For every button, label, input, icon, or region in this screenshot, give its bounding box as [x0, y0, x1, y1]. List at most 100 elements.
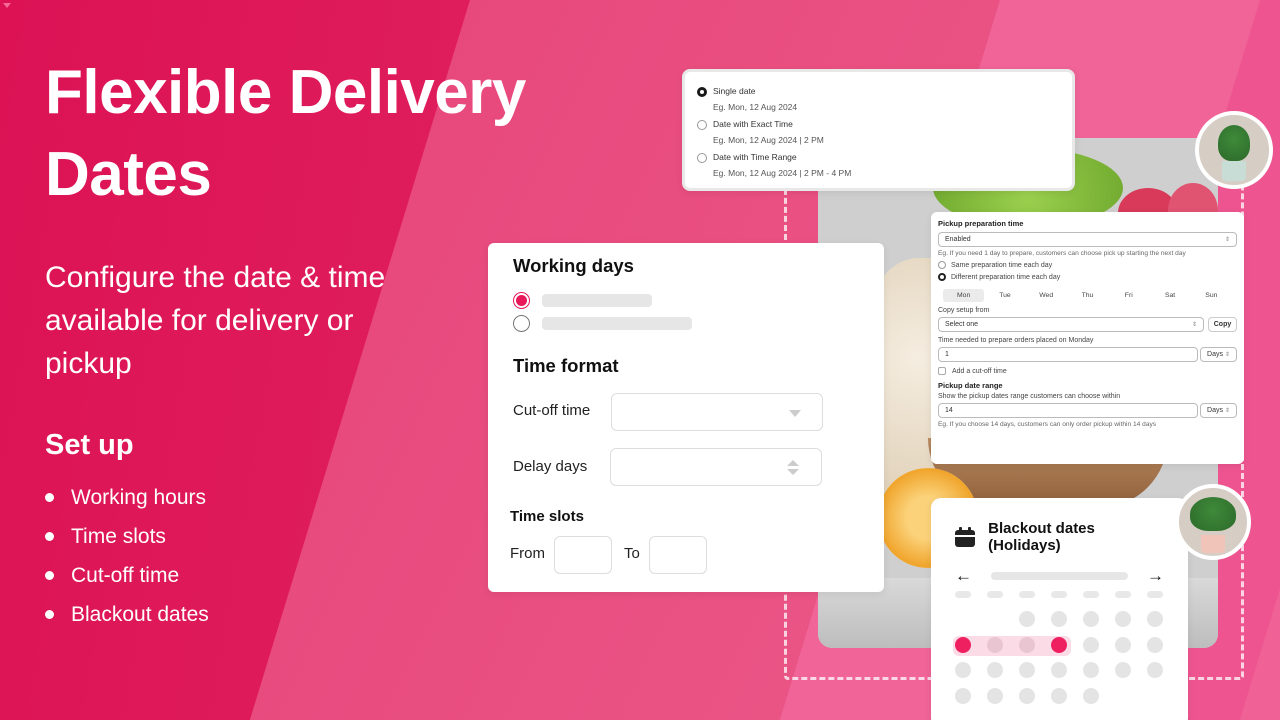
- date-option-single[interactable]: Single date Eg. Mon, 12 Aug 2024: [697, 86, 1060, 113]
- tab-fri[interactable]: Fri: [1108, 289, 1149, 302]
- calendar-day[interactable]: [1051, 636, 1067, 653]
- time-slots-heading: Time slots: [510, 508, 584, 525]
- calendar-day[interactable]: [1083, 611, 1099, 627]
- weekday-header-placeholder: [987, 591, 1003, 598]
- bullet-icon: [45, 493, 54, 502]
- calendar-day[interactable]: [1051, 687, 1067, 704]
- bullet-icon: [45, 610, 54, 619]
- working-days-heading: Working days: [513, 255, 634, 276]
- cutoff-label: Cut-off time: [513, 402, 591, 419]
- chevron-down-icon: [789, 410, 801, 417]
- pickup-heading: Pickup preparation time: [938, 219, 1024, 228]
- calendar-day[interactable]: [1019, 636, 1035, 653]
- range-unit-select[interactable]: Days ⇕: [1200, 403, 1237, 418]
- weekday-header-placeholder: [1083, 591, 1099, 598]
- calendar-day[interactable]: [1051, 662, 1067, 678]
- calendar-day[interactable]: [987, 662, 1003, 678]
- calendar-day[interactable]: [1019, 611, 1035, 627]
- checkbox-icon[interactable]: [938, 367, 946, 375]
- date-format-card: Single date Eg. Mon, 12 Aug 2024 Date wi…: [682, 69, 1075, 191]
- decrement-icon[interactable]: [787, 469, 799, 475]
- radio-icon[interactable]: [697, 153, 707, 163]
- radio-icon[interactable]: [938, 261, 946, 269]
- radio-different-time[interactable]: Different preparation time each day: [938, 273, 1237, 281]
- calendar-day[interactable]: [955, 687, 971, 704]
- calendar-day[interactable]: [1051, 611, 1067, 627]
- radio-icon[interactable]: [697, 120, 707, 130]
- radio-selected-icon[interactable]: [513, 292, 530, 309]
- range-input[interactable]: 14: [938, 403, 1198, 418]
- weekday-header-placeholder: [1019, 591, 1035, 598]
- from-time-input[interactable]: [554, 536, 612, 574]
- copy-label: Copy setup from: [938, 307, 990, 314]
- next-month-arrow-icon[interactable]: →: [1147, 566, 1164, 586]
- calendar-day[interactable]: [1083, 662, 1099, 678]
- month-label-placeholder: [991, 572, 1128, 580]
- radio-selected-icon[interactable]: [938, 273, 946, 281]
- time-needed-label: Time needed to prepare orders placed on …: [938, 337, 1094, 344]
- corner-marker-icon: [3, 3, 11, 8]
- calendar-day[interactable]: [1019, 662, 1035, 678]
- calendar-day[interactable]: [955, 636, 971, 653]
- date-option-time-range[interactable]: Date with Time Range Eg. Mon, 12 Aug 202…: [697, 152, 1060, 179]
- tab-thu[interactable]: Thu: [1067, 289, 1108, 302]
- calendar-day[interactable]: [1083, 636, 1099, 653]
- calendar-icon: [955, 527, 975, 547]
- calendar-day[interactable]: [1115, 636, 1131, 653]
- placeholder-bar: [542, 294, 652, 307]
- status-select[interactable]: Enabled ⇕: [938, 232, 1237, 247]
- range-help: Eg. If you choose 14 days, customers can…: [938, 421, 1157, 428]
- prev-month-arrow-icon[interactable]: ←: [955, 566, 972, 586]
- day-tabs: Mon Tue Wed Thu Fri Sat Sun: [938, 289, 1237, 302]
- tab-mon[interactable]: Mon: [943, 289, 985, 302]
- time-unit-select[interactable]: Days ⇕: [1200, 347, 1237, 362]
- select-arrows-icon: ⇕: [1224, 352, 1230, 358]
- working-days-option[interactable]: [513, 315, 692, 332]
- radio-selected-icon[interactable]: [697, 87, 707, 97]
- working-days-option[interactable]: [513, 292, 652, 309]
- tab-wed[interactable]: Wed: [1026, 289, 1067, 302]
- delay-days-stepper[interactable]: [610, 448, 822, 486]
- pickup-preparation-card: Pickup preparation time Enabled ⇕ Eg. If…: [931, 212, 1244, 464]
- copy-select[interactable]: Select one ⇕: [938, 317, 1204, 332]
- placeholder-bar: [542, 317, 692, 330]
- copy-button[interactable]: Copy: [1208, 317, 1237, 332]
- setup-item: Blackout dates: [45, 595, 605, 634]
- cutoff-time-select[interactable]: [611, 393, 823, 431]
- radio-icon[interactable]: [513, 315, 530, 332]
- to-time-input[interactable]: [649, 536, 707, 574]
- weekday-header-placeholder: [1115, 591, 1131, 598]
- calendar-day[interactable]: [1115, 611, 1131, 627]
- calendar-day[interactable]: [1083, 687, 1099, 704]
- hero-subtitle: Configure the date & time available for …: [45, 261, 386, 380]
- plant-avatar: [1175, 484, 1251, 560]
- calendar-day[interactable]: [1115, 662, 1131, 678]
- plant-avatar: [1195, 111, 1273, 189]
- increment-icon[interactable]: [787, 460, 799, 466]
- date-option-exact-time[interactable]: Date with Exact Time Eg. Mon, 12 Aug 202…: [697, 119, 1060, 146]
- range-label: Show the pickup dates range customers ca…: [938, 393, 1121, 400]
- select-arrows-icon: ⇕: [1191, 322, 1197, 328]
- tab-tue[interactable]: Tue: [984, 289, 1025, 302]
- calendar-day[interactable]: [1147, 662, 1163, 678]
- time-format-heading: Time format: [513, 355, 619, 376]
- weekday-header-placeholder: [1147, 591, 1163, 598]
- page-title: Flexible Delivery Dates: [45, 58, 526, 209]
- calendar-day[interactable]: [1147, 636, 1163, 653]
- radio-same-time[interactable]: Same preparation time each day: [938, 261, 1237, 269]
- calendar-day[interactable]: [987, 636, 1003, 653]
- calendar-day[interactable]: [955, 662, 971, 678]
- tab-sun[interactable]: Sun: [1191, 289, 1232, 302]
- calendar-day[interactable]: [1147, 611, 1163, 627]
- calendar-day[interactable]: [987, 687, 1003, 704]
- select-arrows-icon: ⇕: [1224, 237, 1230, 243]
- tab-sat[interactable]: Sat: [1149, 289, 1190, 302]
- blackout-dates-card: Blackout dates (Holidays) ← →: [931, 498, 1188, 720]
- from-label: From: [510, 545, 545, 562]
- bullet-icon: [45, 571, 54, 580]
- calendar-day[interactable]: [1019, 687, 1035, 704]
- time-needed-input[interactable]: 1: [938, 347, 1198, 362]
- bullet-icon: [45, 532, 54, 541]
- cutoff-checkbox[interactable]: Add a cut-off time: [938, 367, 1237, 375]
- weekday-header-placeholder: [1051, 591, 1067, 598]
